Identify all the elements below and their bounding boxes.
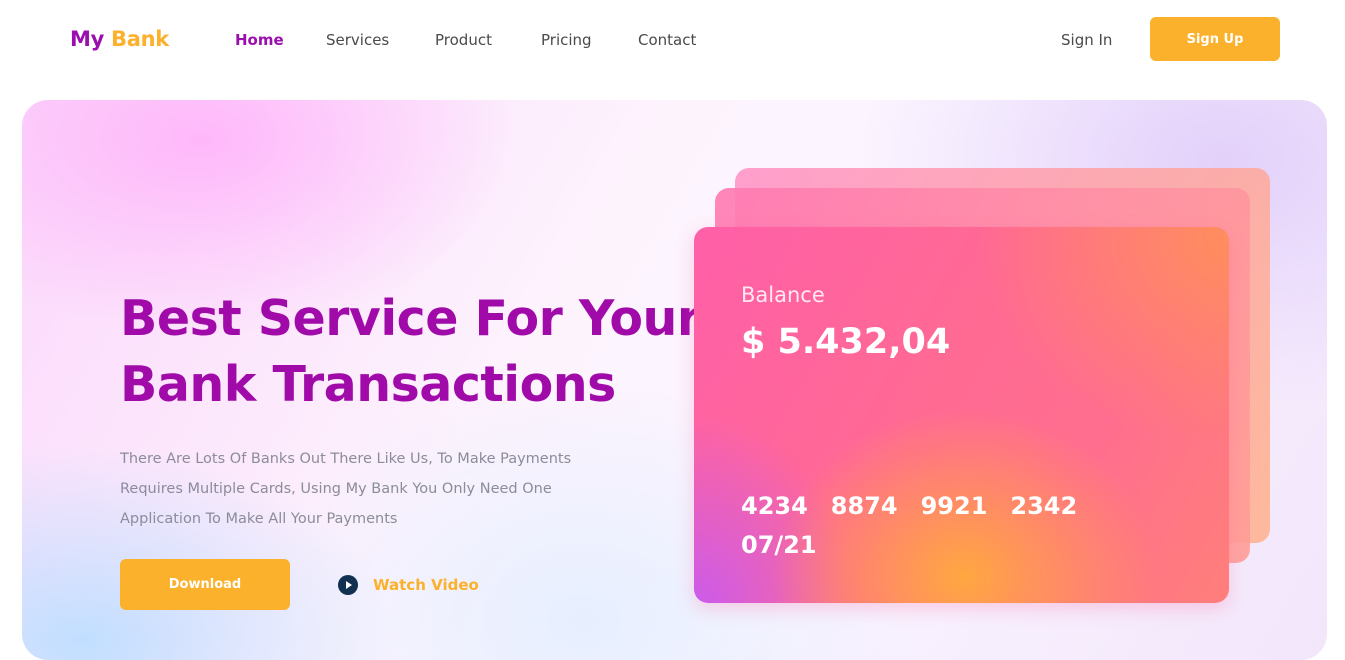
play-circle-icon — [338, 575, 358, 595]
nav-link-product[interactable]: Product — [435, 30, 492, 50]
card-number-group-2: 8874 — [830, 492, 898, 520]
hero-headline-line-1: Best Service For Your — [120, 290, 701, 347]
hero-description-line-1: There Are Lots Of Banks Out There Like U… — [120, 451, 572, 467]
card-number-group-4: 2342 — [1010, 492, 1078, 520]
bank-card: Balance $ 5.432,04 4234 8874 9921 2342 0… — [694, 227, 1229, 603]
hero-headline-line-2: Bank Transactions — [120, 356, 616, 413]
card-expiry: 07/21 — [741, 531, 817, 559]
hero-description-line-2: Requires Multiple Cards, Using My Bank Y… — [120, 481, 552, 497]
balance-amount: $ 5.432,04 — [741, 322, 951, 362]
balance-label: Balance — [741, 283, 825, 307]
sign-up-button[interactable]: Sign Up — [1150, 17, 1280, 61]
card-number-group-1: 4234 — [741, 492, 808, 520]
hero-description-line-3: Application To Make All Your Payments — [120, 511, 398, 527]
watch-video-label: Watch Video — [373, 576, 479, 594]
hero-headline: Best Service For Your Bank Transactions — [120, 286, 720, 418]
nav-link-services[interactable]: Services — [326, 30, 389, 50]
hero-section: Best Service For Your Bank Transactions … — [22, 100, 1327, 660]
nav-link-home[interactable]: Home — [235, 30, 284, 50]
download-button[interactable]: Download — [120, 559, 290, 610]
card-number: 4234 8874 9921 2342 — [741, 491, 1100, 521]
sign-in-link[interactable]: Sign In — [1061, 30, 1112, 50]
watch-video-button[interactable]: Watch Video — [338, 574, 479, 596]
logo-text-bank: Bank — [111, 27, 169, 51]
logo-text-my: My — [70, 27, 104, 51]
hero-description: There Are Lots Of Banks Out There Like U… — [120, 444, 660, 534]
nav-link-contact[interactable]: Contact — [638, 30, 696, 50]
card-number-group-3: 9921 — [920, 492, 988, 520]
top-navbar: My Bank Home Services Product Pricing Co… — [0, 0, 1345, 80]
nav-link-pricing[interactable]: Pricing — [541, 30, 592, 50]
brand-logo[interactable]: My Bank — [70, 26, 169, 52]
